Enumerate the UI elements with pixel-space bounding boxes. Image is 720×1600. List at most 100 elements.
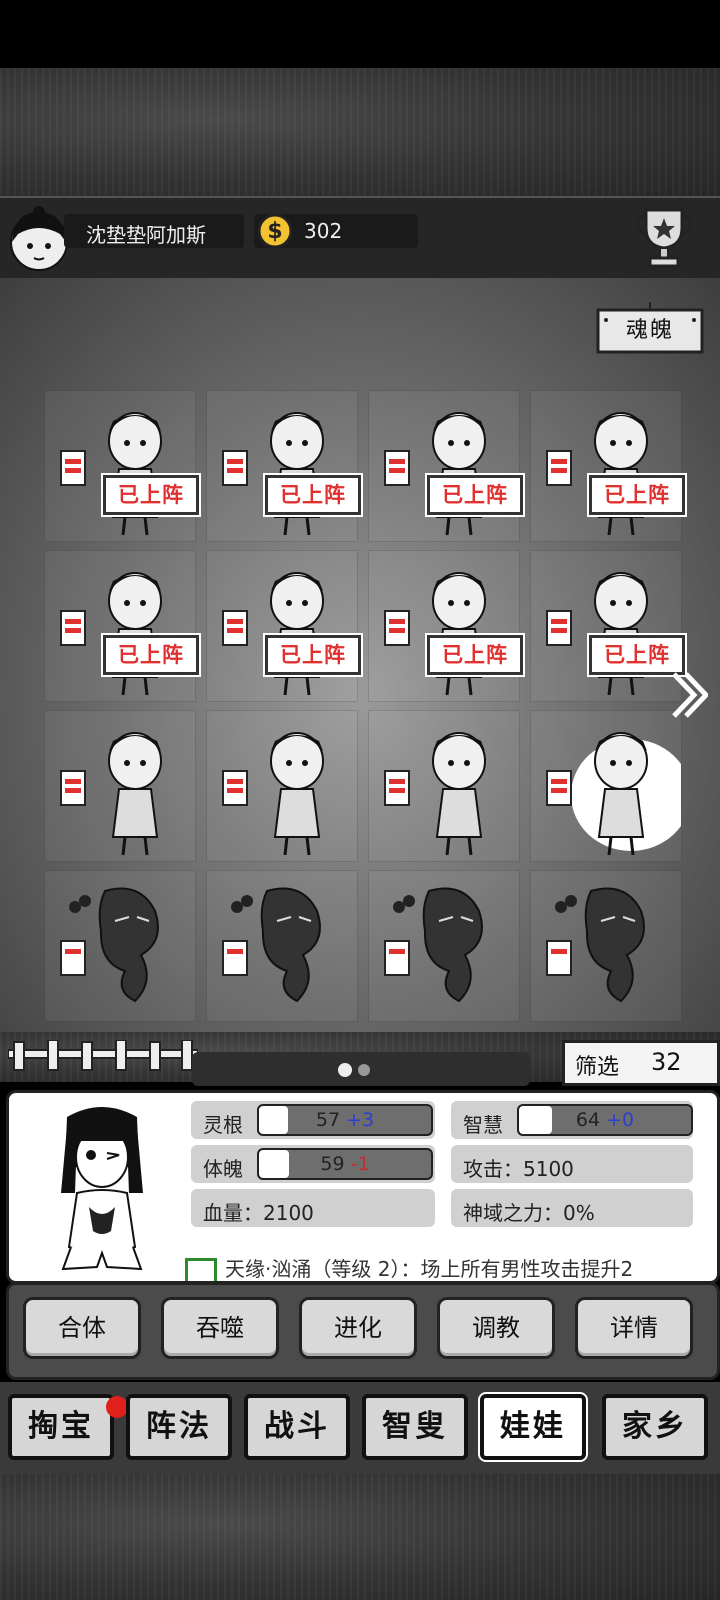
stat-body-value: 59: [320, 1153, 345, 1175]
character-cell[interactable]: 已上阵: [206, 550, 361, 702]
character-figure-icon: [60, 887, 159, 1003]
player-header: 沈垫垫阿加斯 $ 302: [0, 196, 720, 280]
onfield-badge: 已上阵: [265, 475, 361, 515]
character-figure-icon: [384, 572, 486, 696]
stat-attack-text: 攻击：5100: [463, 1157, 574, 1181]
character-figure-icon: [222, 412, 324, 536]
character-cell[interactable]: 已上阵: [530, 550, 685, 702]
stat-root-bar: 57 +3: [257, 1104, 433, 1136]
player-name-box: 沈垫垫阿加斯: [64, 214, 244, 248]
stat-root: 灵根 57 +3: [191, 1101, 435, 1139]
onfield-badge: 已上阵: [103, 635, 199, 675]
stat-body-bar: 59 -1: [257, 1148, 433, 1180]
onfield-badge-label: 已上阵: [442, 483, 508, 507]
stat-wisdom: 智慧 64 +0: [451, 1101, 693, 1139]
character-figure-icon: [546, 732, 681, 856]
character-cell[interactable]: 已上阵: [44, 390, 199, 542]
selected-character-portrait: [61, 1107, 143, 1271]
onfield-badge: 已上阵: [427, 635, 523, 675]
tab-treasure-label: 掏宝: [28, 1409, 94, 1444]
character-figure-icon: [384, 732, 486, 856]
page-dot-2[interactable]: [358, 1064, 370, 1076]
stat-root-value: 57: [315, 1109, 341, 1131]
stat-wisdom-label: 智慧: [463, 1113, 503, 1137]
character-cell[interactable]: [530, 710, 682, 862]
character-cell[interactable]: [530, 870, 682, 1022]
details-button[interactable]: 详情: [575, 1297, 693, 1359]
onfield-badge: 已上阵: [589, 475, 685, 515]
svg-text:$: $: [267, 219, 282, 244]
coin-count: 302: [304, 219, 343, 243]
action-bar: 合体 吞噬 进化 调教 详情: [6, 1282, 720, 1380]
skill-text: 天缘·汹涌（等级 2）：场上所有男性攻击提升2: [225, 1257, 634, 1281]
character-cell[interactable]: 已上阵: [530, 390, 685, 542]
onfield-badge-label: 已上阵: [604, 483, 670, 507]
character-cell[interactable]: 已上阵: [368, 390, 523, 542]
player-avatar[interactable]: [6, 204, 72, 274]
skill-icon: [185, 1257, 217, 1281]
fence-decoration: [8, 1040, 198, 1071]
onfield-badge-label: 已上阵: [118, 483, 184, 507]
character-figure-icon: [60, 412, 162, 536]
train-button[interactable]: 调教: [437, 1297, 555, 1359]
stat-body-label: 体魄: [203, 1157, 243, 1181]
stat-root-delta: +3: [346, 1109, 375, 1131]
skill-description: 天缘·汹涌（等级 2）：场上所有男性攻击提升2: [185, 1253, 715, 1281]
stat-divine: 神域之力：0%: [451, 1189, 693, 1227]
tab-sage[interactable]: 智叟: [362, 1394, 468, 1460]
onfield-badge-label: 已上阵: [118, 643, 184, 667]
tab-hometown[interactable]: 家乡: [602, 1394, 708, 1460]
character-figure-icon: [222, 732, 324, 856]
tab-dolls[interactable]: 娃娃: [480, 1394, 586, 1460]
character-figure-icon: [546, 412, 648, 536]
character-board: 魂魄 已上阵 已上阵 已上阵 已上阵 已上阵 已上阵 已上阵 已上阵: [0, 278, 720, 1038]
evolve-button[interactable]: 进化: [299, 1297, 417, 1359]
character-info-panel: 灵根 57 +3 智慧 64 +0 体魄 59 -1 攻击：5100 血量：21…: [6, 1090, 720, 1284]
character-cell[interactable]: [206, 870, 358, 1022]
soul-sign-label: 魂魄: [625, 318, 674, 343]
tab-formation[interactable]: 阵法: [126, 1394, 232, 1460]
trophy-icon[interactable]: [634, 202, 694, 272]
character-cell[interactable]: 已上阵: [206, 390, 361, 542]
page-dot-1[interactable]: [338, 1063, 352, 1077]
stat-attack: 攻击：5100: [451, 1145, 693, 1183]
character-figure-icon: [60, 732, 162, 856]
onfield-badge: 已上阵: [427, 475, 523, 515]
character-figure-icon: [546, 572, 648, 696]
board-footer: 筛选 32: [0, 1032, 720, 1086]
filter-count: 32: [651, 1048, 682, 1076]
devour-button[interactable]: 吞噬: [161, 1297, 279, 1359]
onfield-badge-label: 已上阵: [280, 483, 346, 507]
character-figure-icon: [546, 887, 645, 1003]
filter-label: 筛选: [575, 1055, 620, 1080]
character-figure-icon: [384, 412, 486, 536]
coin-icon: $: [257, 213, 293, 249]
character-cell[interactable]: [44, 710, 196, 862]
notification-dot: [106, 1396, 128, 1418]
top-stone-decoration: [0, 68, 720, 196]
bottom-navigation: 掏宝 阵法 战斗 智叟 娃娃 家乡: [0, 1382, 720, 1474]
character-cell[interactable]: [368, 870, 520, 1022]
character-cell[interactable]: 已上阵: [368, 550, 523, 702]
bottom-stone-decoration: [0, 1474, 720, 1600]
page-indicator: [192, 1052, 530, 1086]
stat-body-delta: -1: [350, 1153, 370, 1175]
merge-button[interactable]: 合体: [23, 1297, 141, 1359]
stat-wisdom-delta: +0: [606, 1109, 635, 1131]
stat-wisdom-bar: 64 +0: [517, 1104, 693, 1136]
character-cell[interactable]: [44, 870, 196, 1022]
next-page-arrow-icon[interactable]: [668, 668, 708, 722]
onfield-badge: 已上阵: [265, 635, 361, 675]
tab-battle[interactable]: 战斗: [244, 1394, 350, 1460]
stat-hp-text: 血量：2100: [203, 1201, 314, 1225]
filter-button[interactable]: 筛选 32: [562, 1040, 720, 1086]
character-figure-icon: [222, 887, 321, 1003]
stat-root-label: 灵根: [203, 1113, 243, 1137]
onfield-badge-label: 已上阵: [280, 643, 346, 667]
character-cell[interactable]: [206, 710, 358, 862]
character-cell[interactable]: [368, 710, 520, 862]
character-cell[interactable]: 已上阵: [44, 550, 199, 702]
character-figure-icon: [384, 887, 483, 1003]
tab-treasure[interactable]: 掏宝: [8, 1394, 128, 1460]
stat-divine-text: 神域之力：0%: [463, 1201, 595, 1225]
